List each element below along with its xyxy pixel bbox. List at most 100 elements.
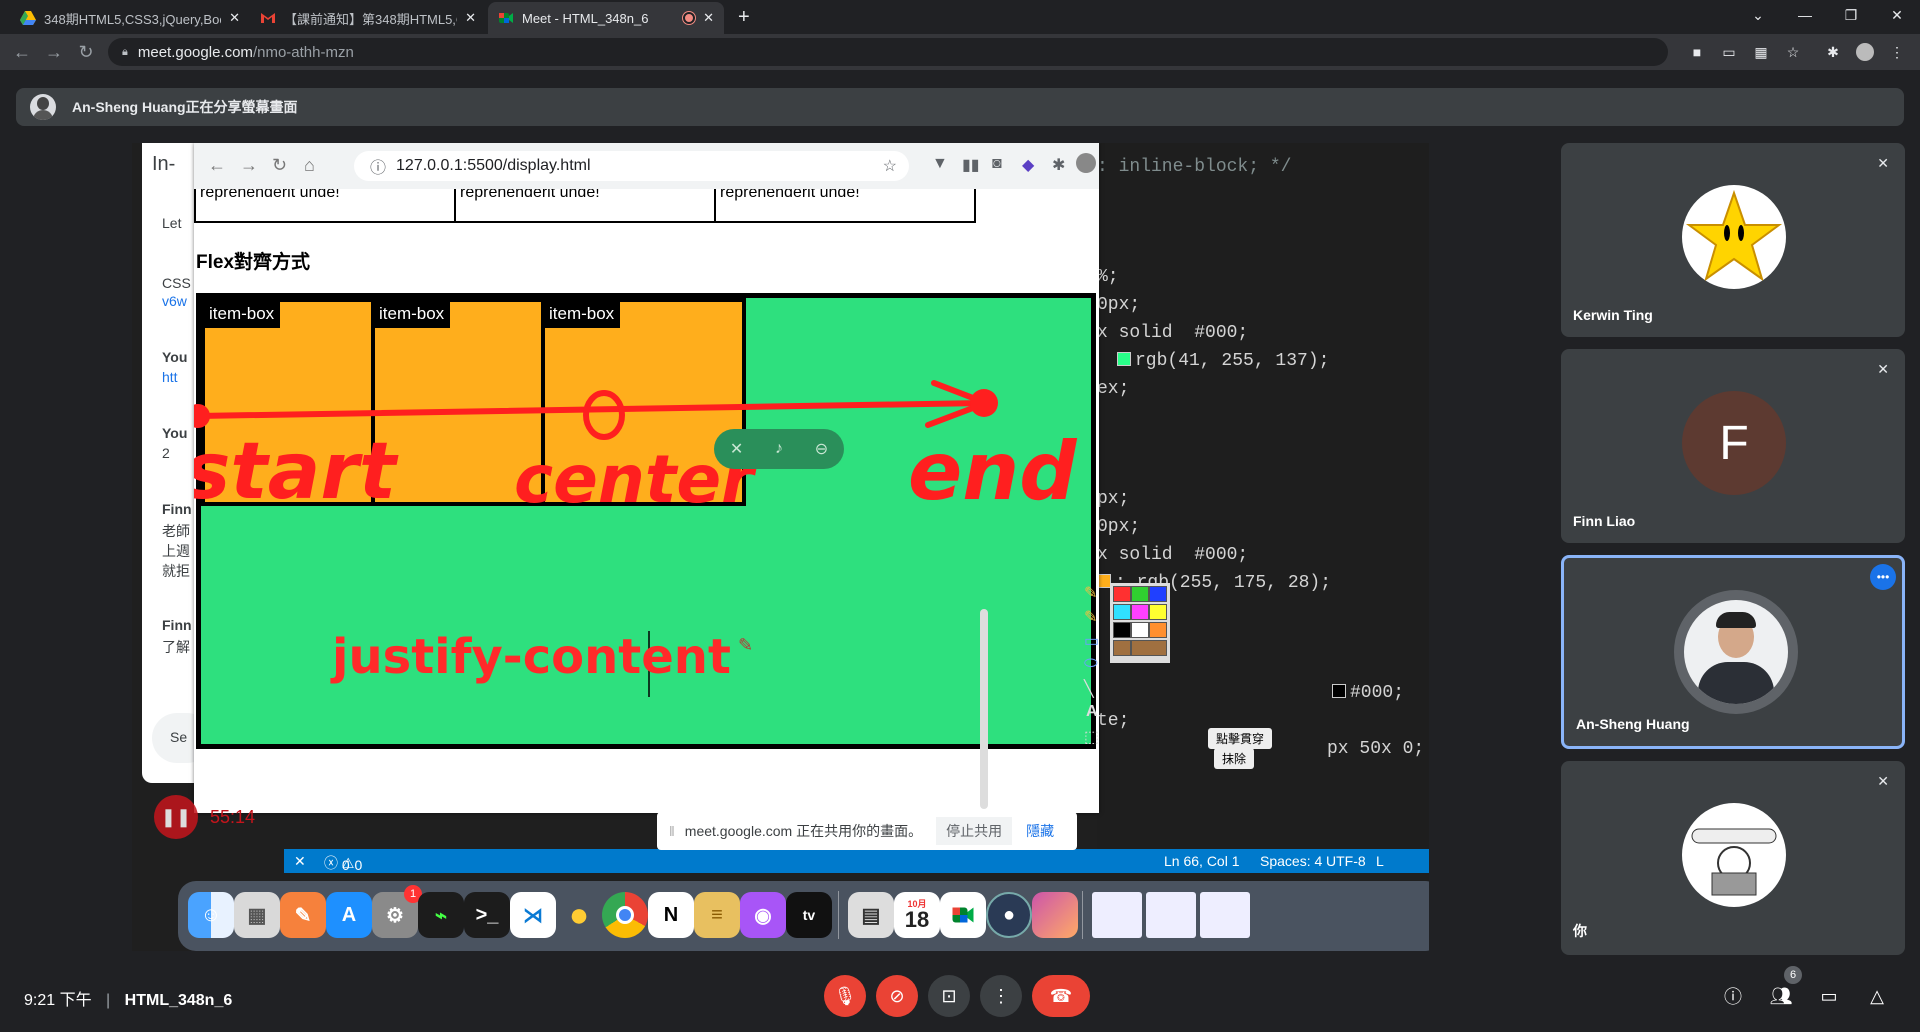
highlighter-icon[interactable]: ✎ [1084,607,1097,627]
mute-icon[interactable]: ♪ [775,440,783,458]
color-blue[interactable] [1149,586,1167,602]
color-brown[interactable] [1113,640,1131,656]
color-red[interactable] [1113,586,1131,602]
cyberduck-icon[interactable]: ● [556,892,602,938]
close-icon[interactable]: ✕ [229,10,240,26]
screen-recorder-icon[interactable]: ● [986,892,1032,938]
problems-indicator[interactable]: ⓧ 0 ⚠ 0 [324,853,362,873]
color-white[interactable] [1131,622,1149,638]
stroke-width[interactable] [1131,640,1167,656]
meeting-details-button[interactable]: ⓘ [1712,975,1754,1017]
close-icon[interactable]: ✕ [465,10,476,26]
cursor-position[interactable]: Ln 66, Col 1 [1164,853,1240,869]
chrome-icon[interactable] [602,892,648,938]
vscode-icon[interactable]: ⋊ [510,892,556,938]
tooltip-erase[interactable]: 抹除 [1214,748,1255,769]
app-store-icon[interactable]: A [326,892,372,938]
participant-tile-self[interactable]: ✕ 你 [1561,761,1905,955]
tab-search-icon[interactable]: ⌄ [1735,0,1781,30]
db-icon[interactable]: ≡ [694,892,740,938]
notion-icon[interactable]: N [648,892,694,938]
camera-icon[interactable]: ■ [1688,43,1706,61]
finder-icon[interactable]: ☺ [188,892,234,938]
text-tool-icon[interactable]: A [1086,703,1098,721]
profile-avatar[interactable] [1076,153,1096,173]
calendar-icon[interactable]: 10月 18 [894,892,940,938]
participant-tile[interactable]: ✕ F Finn Liao [1561,349,1905,543]
mic-off-button[interactable]: 🎙︎ [824,975,866,1017]
screenshot-icon[interactable]: ◙ [992,155,1002,173]
chat-button[interactable]: ▭ [1808,975,1850,1017]
activity-monitor-icon[interactable]: ⌁ [418,892,464,938]
encoding[interactable]: UTF-8 [1326,853,1366,869]
remote-icon[interactable]: ✕ [294,853,306,870]
star-icon[interactable]: ☆ [883,156,897,176]
terminal-icon[interactable]: >_ [464,892,510,938]
forward-button[interactable]: → [42,40,66,64]
ellipse-icon[interactable]: ⬭ [1084,655,1098,673]
select-icon[interactable]: ⬚ [1084,727,1099,747]
rectangle-icon[interactable]: ▭ [1084,631,1099,651]
forward-icon[interactable]: → [240,155,258,176]
line-icon[interactable]: ╲ [1084,679,1094,699]
color-cyan[interactable] [1113,604,1131,620]
color-green[interactable] [1131,586,1149,602]
extension-bars-icon[interactable]: ▮▮ [962,155,980,175]
apple-tv-icon[interactable]: tv [786,892,832,938]
color-black[interactable] [1113,622,1131,638]
color-magenta[interactable] [1131,604,1149,620]
remove-icon[interactable]: ⊖ [815,439,828,459]
tooltip-penetrate[interactable]: 點擊貫穿 [1208,728,1273,749]
stop-sharing-button[interactable]: 停止共用 [936,817,1013,845]
participant-tile[interactable]: ✕ Kerwin Ting [1561,143,1905,337]
inner-url-bar[interactable]: ⓘ 127.0.0.1:5500/display.html ☆ [354,151,909,181]
camera-off-button[interactable]: ⊘ [876,975,918,1017]
minimize-button[interactable]: — [1782,0,1828,30]
back-icon[interactable]: ← [208,155,226,176]
tab-meet[interactable]: Meet - HTML_348n_6 ✕ [488,2,724,34]
pin-off-icon[interactable]: ✕ [730,439,743,459]
leave-call-button[interactable]: ☎ [1032,975,1090,1017]
back-button[interactable]: ← [10,40,34,64]
podcasts-icon[interactable]: ◉ [740,892,786,938]
pages-icon[interactable]: ✎ [280,892,326,938]
address-bar[interactable]: 🔒︎ meet.google.com/nmo-athh-mzn [108,38,1668,66]
extensions-icon[interactable]: ✱ [1824,43,1842,61]
window1-icon[interactable] [1092,892,1142,938]
cast-icon[interactable]: ▭ [1720,43,1738,61]
home-icon[interactable]: ⌂ [304,155,315,176]
color-yellow[interactable] [1149,604,1167,620]
preview-icon[interactable]: ▤ [848,892,894,938]
profile-avatar[interactable] [1856,43,1874,61]
participant-tile-speaking[interactable]: ••• An-Sheng Huang [1561,555,1905,749]
close-icon[interactable]: ✕ [703,10,714,26]
scrollbar[interactable] [980,609,988,809]
launchpad-icon[interactable]: ▦ [234,892,280,938]
photos-icon[interactable] [1032,892,1078,938]
present-button[interactable]: ⊡ [928,975,970,1017]
recording-pause-icon[interactable]: ❚❚ [154,795,198,839]
bookmark-star-icon[interactable]: ☆ [1784,43,1802,61]
indentation[interactable]: Spaces: 4 [1260,853,1322,869]
color-orange[interactable] [1149,622,1167,638]
more-options-button[interactable]: ⋮ [980,975,1022,1017]
line-ending[interactable]: L [1376,853,1384,869]
pen-icon[interactable]: ✎ [1084,583,1097,603]
restore-button[interactable]: ❐ [1828,0,1874,30]
chat-link[interactable]: v6w [162,293,187,309]
puzzle-icon[interactable]: ✱ [1052,155,1065,175]
reload-icon[interactable]: ↻ [272,155,287,176]
drag-handle-icon[interactable]: ‖ [669,823,675,839]
reload-button[interactable]: ↻ [74,40,98,64]
tab-gmail[interactable]: 【課前通知】第348期HTML5,CS ✕ [250,2,486,34]
menu-icon[interactable]: ⋮ [1888,43,1906,61]
extension-v-icon[interactable]: ▼ [932,155,948,173]
chat-link[interactable]: htt [162,369,178,385]
activities-button[interactable]: △ [1856,975,1898,1017]
tab-drive[interactable]: 348期HTML5,CSS3,jQuery,Boot ✕ [10,2,250,34]
qr-icon[interactable]: ▦ [1752,43,1770,61]
hide-button[interactable]: 隱藏 [1026,821,1054,841]
new-tab-button[interactable]: + [738,6,750,29]
extension-purple-icon[interactable]: ◆ [1022,155,1034,175]
facetime-icon[interactable] [940,892,986,938]
